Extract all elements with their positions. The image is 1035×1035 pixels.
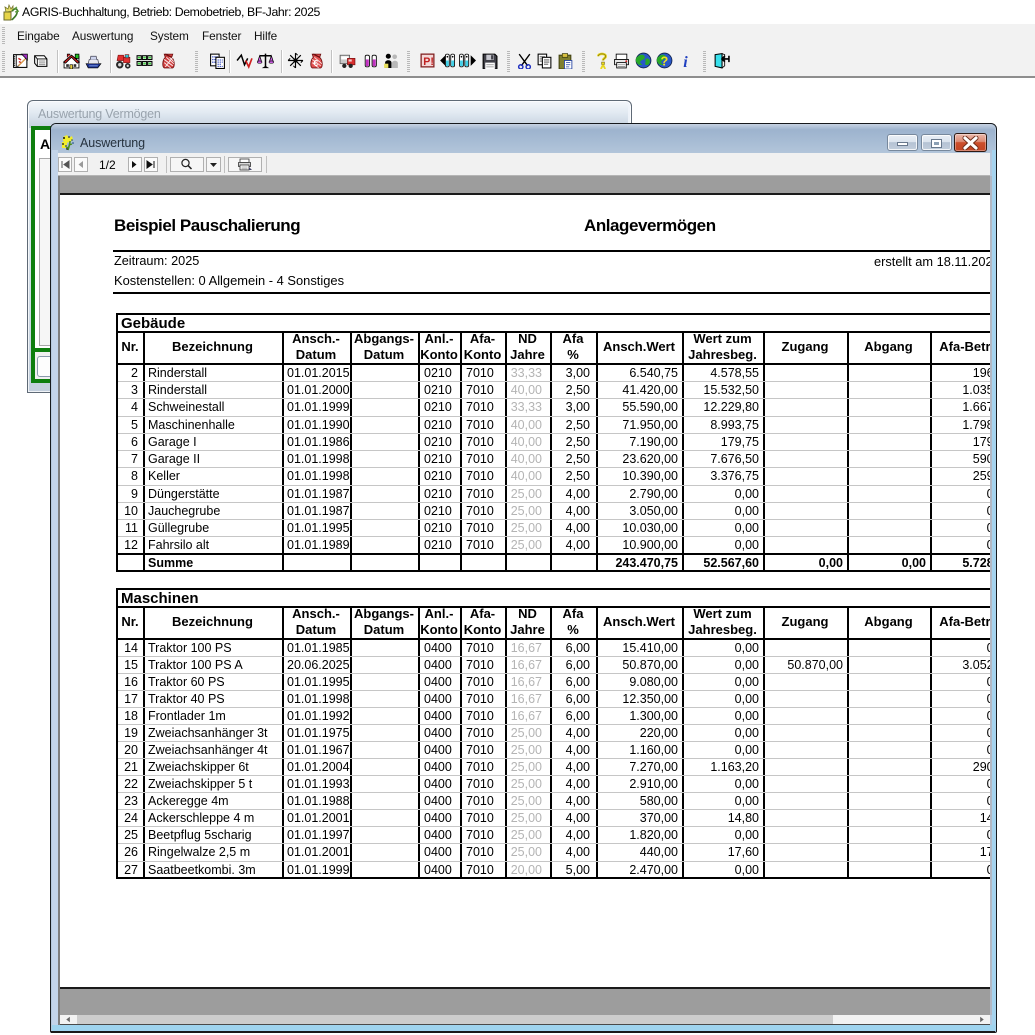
svg-text:i: i xyxy=(683,54,688,69)
svg-text:P!: P! xyxy=(423,56,434,68)
svg-text:?: ? xyxy=(660,53,668,68)
svg-text:€: € xyxy=(313,58,318,68)
